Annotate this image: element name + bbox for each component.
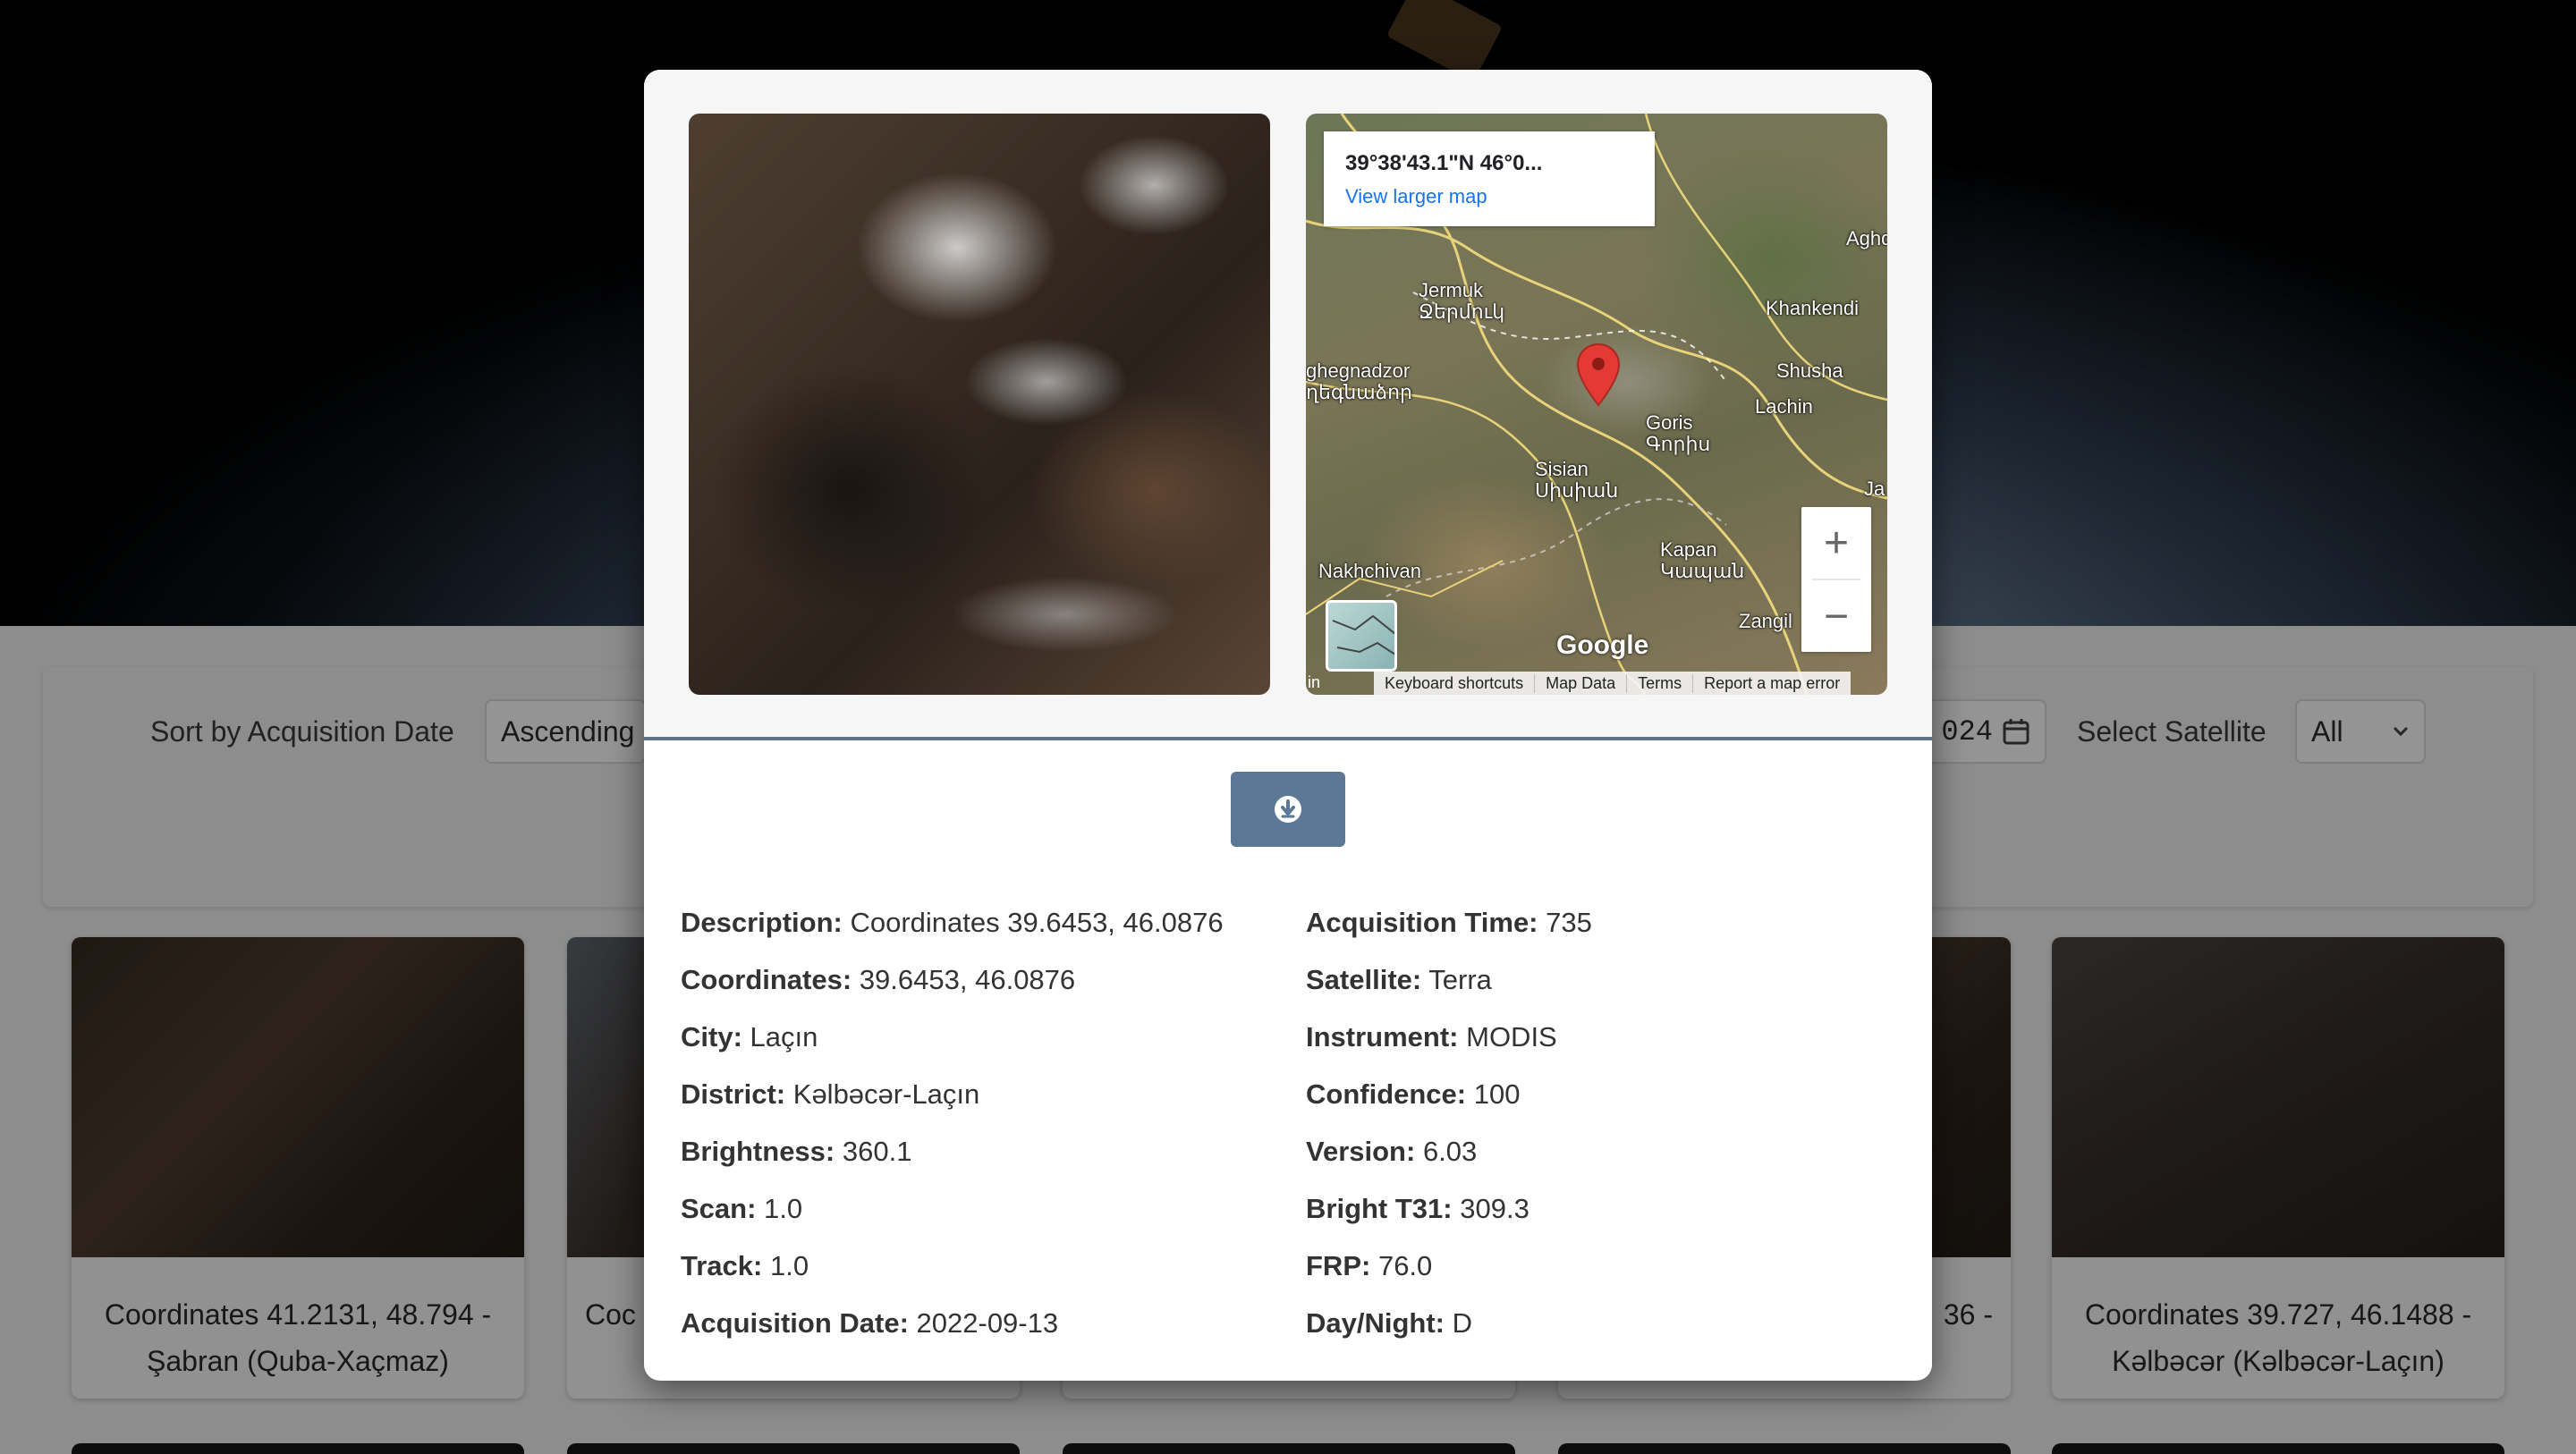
map-place-label: Kapan Կապան — [1660, 538, 1745, 582]
detail-version: Version: 6.03 — [1306, 1136, 1478, 1167]
detail-confidence: Confidence: 100 — [1306, 1078, 1521, 1110]
view-larger-map-link[interactable]: View larger map — [1345, 185, 1633, 208]
detail-coordinates: Coordinates: 39.6453, 46.0876 — [681, 964, 1076, 995]
map-place-label: Ja — [1864, 478, 1885, 500]
detail-description: Description: Coordinates 39.6453, 46.087… — [681, 907, 1224, 938]
detail-track: Track: 1.0 — [681, 1250, 809, 1281]
details-left-column: Description: Coordinates 39.6453, 46.087… — [681, 894, 1224, 1352]
zoom-out-button[interactable]: − — [1801, 580, 1871, 652]
detail-district: District: Kəlbəcər-Laçın — [681, 1078, 980, 1110]
map-place-label: Lachin — [1755, 395, 1813, 418]
map-pin-icon[interactable] — [1576, 342, 1621, 407]
detail-acquisition-time: Acquisition Time: 735 — [1306, 907, 1592, 938]
details-right-column: Acquisition Time: 735 Satellite: Terra I… — [1306, 894, 1592, 1352]
detail-frp: FRP: 76.0 — [1306, 1250, 1433, 1281]
embedded-map[interactable]: Jermuk Ջերմուկ ghegnadzor ղեգնաձոր Khanken… — [1306, 114, 1887, 695]
download-button[interactable] — [1231, 772, 1345, 847]
report-map-error-link[interactable]: Report a map error — [1692, 673, 1851, 693]
download-circle-icon — [1275, 796, 1301, 823]
map-place-label: Zangil — [1739, 610, 1792, 632]
detail-satellite: Satellite: Terra — [1306, 964, 1492, 995]
map-place-label: Jermuk Ջերմուկ — [1419, 279, 1505, 323]
map-layer-thumbnail-icon — [1332, 614, 1394, 655]
detail-scan: Scan: 1.0 — [681, 1193, 803, 1224]
map-place-label: Aghda — [1846, 227, 1887, 249]
map-type-toggle[interactable] — [1326, 600, 1397, 672]
map-place-label: Goris Գորիս — [1646, 411, 1711, 455]
keyboard-shortcuts-link[interactable]: Keyboard shortcuts — [1374, 674, 1534, 693]
detail-instrument: Instrument: MODIS — [1306, 1021, 1557, 1052]
map-place-label: Sisian Սիսիան — [1535, 458, 1619, 502]
map-zoom-control: + − — [1801, 507, 1871, 652]
map-data-link[interactable]: Map Data — [1534, 673, 1626, 693]
map-place-label: Shusha — [1776, 359, 1843, 382]
map-footer: Keyboard shortcuts Map Data Terms Report… — [1374, 672, 1852, 695]
map-attribution-fragment: in — [1308, 673, 1321, 691]
map-info-coordinates: 39°38'43.1"N 46°0... — [1345, 151, 1543, 175]
map-place-label: Nakhchivan — [1318, 560, 1421, 582]
satellite-fire-image — [689, 114, 1270, 695]
google-logo: Google — [1556, 630, 1649, 660]
map-place-label: ghegnadzor ղեգնաձոր — [1306, 359, 1413, 403]
detail-brightness: Brightness: 360.1 — [681, 1136, 912, 1167]
map-info-window: 39°38'43.1"N 46°0... View larger map — [1324, 131, 1655, 226]
zoom-in-button[interactable]: + — [1801, 507, 1871, 579]
detail-acquisition-date: Acquisition Date: 2022-09-13 — [681, 1307, 1059, 1339]
map-place-label: Khankendi — [1766, 297, 1859, 319]
detail-city: City: Laçın — [681, 1021, 818, 1052]
terms-link[interactable]: Terms — [1626, 673, 1692, 693]
detail-day-night: Day/Night: D — [1306, 1307, 1473, 1339]
modal-media-section: Jermuk Ջերմուկ ghegnadzor ղեգնաձոր Khanken… — [644, 70, 1932, 740]
detail-bright-t31: Bright T31: 309.3 — [1306, 1193, 1530, 1224]
fire-detail-modal: Jermuk Ջերմուկ ghegnadzor ղեգնաձոր Khanken… — [644, 70, 1932, 1381]
